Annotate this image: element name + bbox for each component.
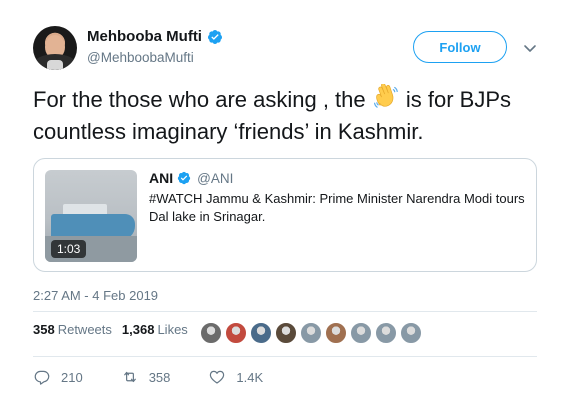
likers-avatars[interactable] [200, 322, 422, 344]
retweets-count: 358 [33, 322, 55, 337]
liker-avatar[interactable] [250, 322, 272, 344]
author-handle[interactable]: @MehboobaMufti [87, 50, 223, 65]
reply-count: 210 [61, 369, 83, 385]
likes-count: 1,368 [121, 322, 155, 337]
follow-button[interactable]: Follow [413, 31, 507, 63]
like-button[interactable]: 1.4K [208, 368, 263, 386]
tweet-text: For the those who are asking , the is fo… [33, 84, 543, 148]
verified-badge-icon [177, 171, 191, 185]
divider [33, 356, 537, 357]
engagement-stats: 358 Retweets 1,368 Likes [33, 322, 198, 337]
video-thumbnail[interactable]: 1:03 [45, 170, 137, 262]
liker-avatar[interactable] [200, 322, 222, 344]
video-duration: 1:03 [51, 240, 87, 258]
liker-avatar[interactable] [275, 322, 297, 344]
liker-avatar[interactable] [375, 322, 397, 344]
quoted-author-name: ANI [149, 170, 174, 186]
heart-icon [210, 370, 225, 384]
quoted-tweet-body: ANI @ANI #WATCH Jammu & Kashmir: Prime M… [149, 170, 529, 226]
avatar-shirt [47, 60, 63, 70]
retweet-icon [123, 371, 136, 383]
reply-icon [34, 370, 50, 385]
retweet-button[interactable]: 358 [121, 368, 171, 386]
likes-stat[interactable]: 1,368 Likes [122, 322, 188, 337]
liker-avatar[interactable] [400, 322, 422, 344]
tweet-actions: 210 358 1.4K [33, 368, 301, 386]
liker-avatar[interactable] [350, 322, 372, 344]
quoted-author-handle: @ANI [197, 170, 234, 186]
tweet-text-part-1: For the those who are asking , the [33, 87, 366, 112]
liker-avatar[interactable] [325, 322, 347, 344]
author-block[interactable]: Mehbooba Mufti @MehboobaMufti [87, 28, 223, 65]
quoted-tweet-card[interactable]: 1:03 ANI @ANI #WATCH Jammu & Kashmir: Pr… [33, 158, 537, 272]
retweets-label: Retweets [57, 322, 112, 337]
divider [33, 311, 537, 312]
waving-hand-icon [373, 84, 398, 108]
author-name-text: Mehbooba Mufti [87, 28, 202, 45]
likes-label: Likes [157, 322, 188, 337]
liker-avatar[interactable] [300, 322, 322, 344]
like-count: 1.4K [236, 369, 264, 385]
reply-button[interactable]: 210 [33, 368, 83, 386]
retweets-stat[interactable]: 358 Retweets [33, 322, 112, 337]
retweet-count: 358 [148, 369, 171, 385]
avatar[interactable] [33, 26, 77, 70]
verified-badge-icon [207, 29, 222, 44]
chevron-down-icon[interactable] [522, 40, 538, 56]
quoted-tweet-text: #WATCH Jammu & Kashmir: Prime Minister N… [149, 191, 525, 224]
tweet-timestamp[interactable]: 2:27 AM - 4 Feb 2019 [33, 288, 158, 303]
author-display-name[interactable]: Mehbooba Mufti [87, 28, 223, 45]
quoted-author: ANI @ANI [149, 170, 529, 186]
liker-avatar[interactable] [225, 322, 247, 344]
